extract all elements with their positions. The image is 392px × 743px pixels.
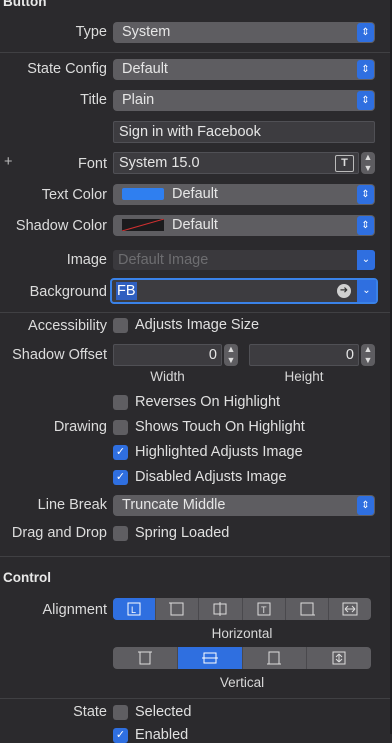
line-break-value: Truncate Middle bbox=[122, 497, 226, 513]
chevron-updown-icon: ⇕ bbox=[357, 23, 374, 42]
enabled-text: Enabled bbox=[135, 727, 189, 743]
reverses-on-highlight-text: Reverses On Highlight bbox=[135, 394, 281, 410]
spring-loaded-checkbox[interactable] bbox=[113, 526, 128, 541]
image-label: Image bbox=[66, 252, 107, 268]
title-popup[interactable]: Plain ⇕ bbox=[113, 90, 375, 111]
align-top-icon[interactable]: T bbox=[243, 598, 286, 620]
divider bbox=[0, 52, 392, 53]
adjusts-image-size-checkbox[interactable] bbox=[113, 318, 128, 333]
width-caption: Width bbox=[150, 369, 185, 384]
divider bbox=[0, 312, 392, 313]
shadow-color-value: Default bbox=[172, 217, 218, 233]
vertical-alignment-segmented[interactable] bbox=[113, 647, 371, 669]
drawing-label: Drawing bbox=[53, 419, 107, 435]
text-color-popup[interactable]: Default ⇕ bbox=[113, 184, 375, 205]
text-color-value: Default bbox=[172, 186, 218, 202]
title-label: Title bbox=[80, 92, 107, 108]
horizontal-alignment-segmented[interactable]: L T bbox=[113, 598, 371, 620]
shadow-width-stepper[interactable]: ▲ ▼ bbox=[224, 344, 238, 366]
align-center-icon[interactable] bbox=[156, 598, 200, 620]
background-combo[interactable]: FB ➜ ⌄ bbox=[110, 278, 378, 304]
horizontal-caption: Horizontal bbox=[211, 626, 273, 641]
chevron-updown-icon: ⇕ bbox=[357, 185, 374, 204]
align-right-icon[interactable] bbox=[286, 598, 329, 620]
align-center-split-icon[interactable] bbox=[199, 598, 243, 620]
font-picker-icon[interactable]: T bbox=[335, 155, 354, 172]
align-top-v-icon[interactable] bbox=[113, 647, 178, 669]
font-size-stepper[interactable]: ▲ ▼ bbox=[361, 152, 375, 174]
chevron-down-icon[interactable]: ⌄ bbox=[357, 250, 375, 270]
shadow-color-label: Shadow Color bbox=[15, 218, 107, 234]
shadow-color-swatch bbox=[122, 219, 164, 232]
shadow-offset-height-field[interactable]: 0 bbox=[249, 344, 359, 366]
svg-text:L: L bbox=[131, 605, 136, 615]
align-bottom-v-icon[interactable] bbox=[243, 647, 308, 669]
font-value: System 15.0 bbox=[119, 155, 200, 171]
type-label: Type bbox=[75, 24, 107, 40]
highlighted-adjusts-image-text: Highlighted Adjusts Image bbox=[135, 444, 303, 460]
add-font-variation-button[interactable]: + bbox=[4, 154, 12, 170]
state-config-label: State Config bbox=[27, 61, 107, 77]
shadow-height-stepper[interactable]: ▲ ▼ bbox=[361, 344, 375, 366]
align-fill-v-icon[interactable] bbox=[307, 647, 371, 669]
text-color-label: Text Color bbox=[41, 187, 107, 203]
background-label: Background bbox=[29, 284, 107, 300]
highlighted-adjusts-image-checkbox[interactable]: ✓ bbox=[113, 445, 128, 460]
title-text-field[interactable]: Sign in with Facebook bbox=[113, 121, 375, 143]
adjusts-image-size-text: Adjusts Image Size bbox=[135, 317, 260, 333]
type-popup[interactable]: System ⇕ bbox=[113, 22, 375, 43]
background-value[interactable]: FB bbox=[116, 282, 137, 300]
chevron-updown-icon: ⇕ bbox=[357, 60, 374, 79]
alignment-label: Alignment bbox=[42, 602, 107, 618]
chevron-updown-icon: ⇕ bbox=[357, 496, 374, 515]
title-value: Plain bbox=[122, 92, 155, 108]
state-config-value: Default bbox=[122, 61, 168, 77]
disabled-adjusts-image-text: Disabled Adjusts Image bbox=[135, 469, 287, 485]
chevron-down-icon[interactable]: ⌄ bbox=[357, 280, 376, 302]
disabled-adjusts-image-checkbox[interactable]: ✓ bbox=[113, 470, 128, 485]
shadow-offset-label: Shadow Offset bbox=[12, 347, 107, 363]
spring-loaded-text: Spring Loaded bbox=[135, 525, 230, 541]
height-caption: Height bbox=[284, 369, 324, 384]
shows-touch-text: Shows Touch On Highlight bbox=[135, 419, 305, 435]
divider bbox=[0, 698, 392, 699]
state-label: State bbox=[73, 704, 107, 720]
chevron-updown-icon: ⇕ bbox=[357, 216, 374, 235]
control-section-title: Control bbox=[3, 570, 51, 585]
shows-touch-checkbox[interactable] bbox=[113, 420, 128, 435]
line-break-label: Line Break bbox=[37, 497, 107, 513]
type-value: System bbox=[122, 24, 171, 40]
arrow-right-circle-icon[interactable]: ➜ bbox=[337, 284, 351, 298]
accessibility-label: Accessibility bbox=[28, 318, 107, 334]
selected-text: Selected bbox=[135, 704, 192, 720]
reverses-on-highlight-checkbox[interactable] bbox=[113, 395, 128, 410]
align-left-icon[interactable]: L bbox=[113, 598, 157, 620]
text-color-swatch bbox=[122, 188, 164, 201]
selected-checkbox[interactable] bbox=[113, 705, 128, 720]
enabled-checkbox[interactable]: ✓ bbox=[113, 728, 128, 743]
svg-text:T: T bbox=[261, 605, 267, 615]
button-section-title: Button bbox=[3, 0, 47, 9]
align-fill-icon[interactable] bbox=[329, 598, 371, 620]
line-break-popup[interactable]: Truncate Middle ⇕ bbox=[113, 495, 375, 516]
align-center-v-icon[interactable] bbox=[177, 647, 243, 669]
font-field[interactable]: System 15.0 T bbox=[113, 152, 359, 174]
shadow-color-popup[interactable]: Default ⇕ bbox=[113, 215, 375, 236]
drag-drop-label: Drag and Drop bbox=[11, 525, 107, 541]
divider bbox=[0, 556, 392, 557]
vertical-caption: Vertical bbox=[219, 675, 265, 690]
state-config-popup[interactable]: Default ⇕ bbox=[113, 59, 375, 80]
shadow-offset-width-field[interactable]: 0 bbox=[113, 344, 222, 366]
font-label: Font bbox=[77, 156, 107, 172]
image-combo[interactable]: Default Image ⌄ bbox=[113, 250, 375, 270]
chevron-updown-icon: ⇕ bbox=[357, 91, 374, 110]
image-placeholder: Default Image bbox=[118, 252, 209, 268]
